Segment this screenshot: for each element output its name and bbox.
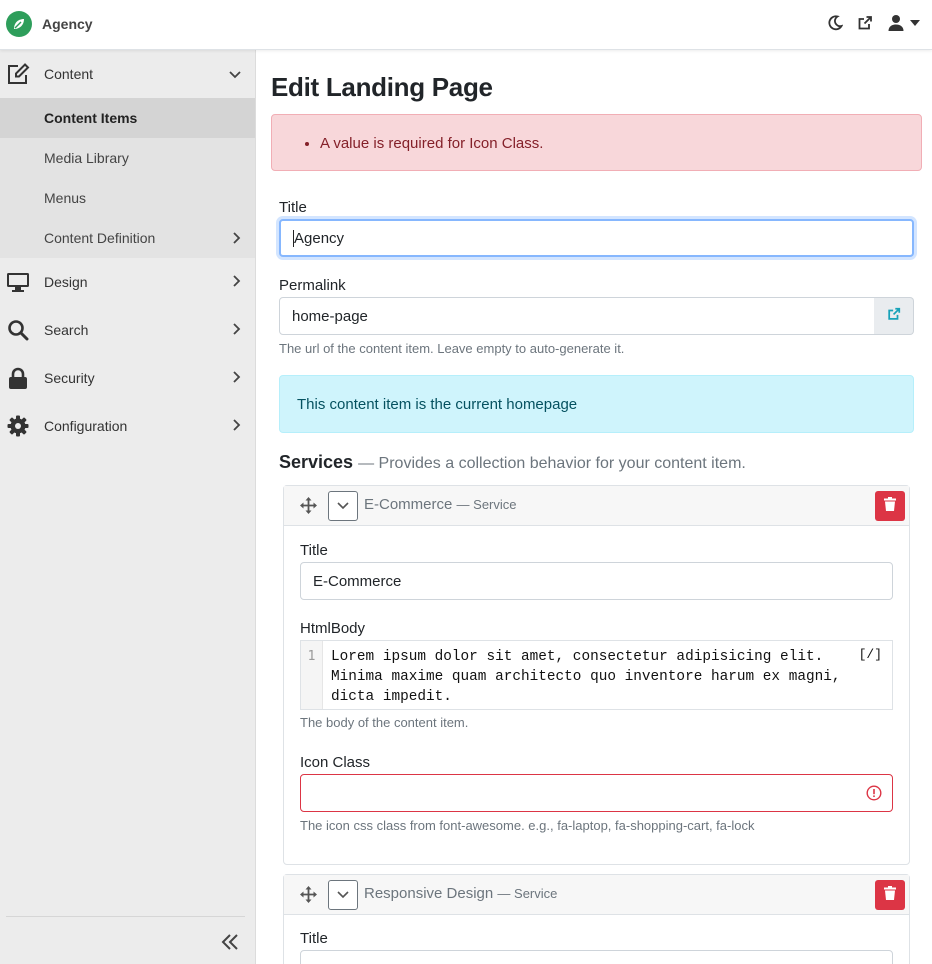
- lock-icon: [6, 367, 30, 389]
- trash-icon: [884, 885, 896, 905]
- chevron-down-icon: [337, 886, 349, 904]
- sidebar-item-label: Security: [44, 370, 95, 386]
- chevron-down-icon: [229, 66, 241, 84]
- collapse-sidebar-icon[interactable]: [221, 933, 239, 956]
- gear-icon: [6, 415, 30, 437]
- service-card-header: Responsive Design — Service: [284, 875, 909, 915]
- line-number-gutter: 1: [301, 641, 323, 709]
- service-title-input[interactable]: [300, 950, 893, 964]
- sidebar-item-label: Design: [44, 274, 88, 290]
- service-card-title: Responsive Design — Service: [364, 885, 557, 902]
- sidebar-item-label: Content Definition: [44, 230, 156, 246]
- trash-icon: [884, 496, 896, 516]
- title-input-value: Agency: [293, 229, 345, 247]
- delete-button[interactable]: [875, 491, 905, 521]
- permalink-input[interactable]: home-page: [279, 297, 875, 335]
- permalink-label: Permalink: [279, 277, 346, 294]
- sidebar-item-menus[interactable]: Menus: [0, 178, 255, 218]
- icon-class-label: Icon Class: [300, 754, 371, 771]
- chevron-down-icon: [337, 497, 349, 515]
- external-link-icon[interactable]: [857, 15, 873, 31]
- external-link-icon: [887, 307, 901, 326]
- service-type: — Service: [497, 886, 558, 901]
- service-title-input[interactable]: E-Commerce: [300, 562, 893, 600]
- monitor-icon: [6, 271, 30, 293]
- htmlbody-hint: The body of the content item.: [300, 715, 469, 730]
- moon-icon[interactable]: [827, 15, 843, 31]
- exclamation-circle-icon: [866, 785, 882, 805]
- services-heading: Services — Provides a collection behavio…: [279, 452, 746, 473]
- search-icon: [6, 319, 30, 341]
- sidebar-item-content[interactable]: Content: [0, 50, 255, 98]
- icon-class-input[interactable]: [300, 774, 893, 812]
- title-input[interactable]: Agency: [279, 219, 914, 257]
- chevron-right-icon: [233, 370, 241, 388]
- sidebar-item-design[interactable]: Design: [0, 258, 255, 306]
- htmlbody-editor[interactable]: 1 Lorem ipsum dolor sit amet, consectetu…: [300, 640, 893, 710]
- source-toggle-button[interactable]: [/]: [859, 647, 882, 662]
- sidebar-item-search[interactable]: Search: [0, 306, 255, 354]
- sidebar-item-content-definition[interactable]: Content Definition: [0, 218, 255, 258]
- sidebar-item-label: Search: [44, 322, 89, 338]
- content-submenu: Content Items Media Library Menus Conten…: [0, 98, 255, 258]
- caret-down-icon: [910, 20, 920, 26]
- move-icon[interactable]: [300, 886, 317, 908]
- brand-name: Agency: [42, 16, 93, 32]
- service-name: E-Commerce: [364, 496, 453, 513]
- htmlbody-code: Lorem ipsum dolor sit amet, consectetur …: [331, 649, 841, 705]
- homepage-notice: This content item is the current homepag…: [279, 375, 914, 433]
- permalink-input-value: home-page: [292, 307, 368, 325]
- sidebar-item-label: Content: [44, 66, 94, 82]
- collapse-toggle-button[interactable]: [328, 491, 358, 521]
- validation-error: A value is required for Icon Class.: [320, 135, 543, 152]
- service-title-value: E-Commerce: [313, 572, 402, 590]
- permalink-hint: The url of the content item. Leave empty…: [279, 341, 625, 356]
- user-menu-button[interactable]: [887, 14, 920, 32]
- sidebar-item-label: Configuration: [44, 418, 128, 434]
- move-icon[interactable]: [300, 497, 317, 519]
- page-title: Edit Landing Page: [271, 72, 493, 102]
- service-card-header: E-Commerce — Service: [284, 486, 909, 526]
- main-content: Edit Landing Page A value is required fo…: [257, 50, 932, 964]
- services-title: Services: [279, 452, 354, 472]
- chevron-right-icon: [233, 418, 241, 436]
- title-label: Title: [279, 199, 307, 216]
- sidebar-footer: [6, 916, 245, 964]
- collapse-toggle-button[interactable]: [328, 880, 358, 910]
- htmlbody-label: HtmlBody: [300, 620, 366, 637]
- sidebar: Content Content Items Media Library Menu…: [0, 50, 256, 964]
- service-title-label: Title: [300, 542, 328, 559]
- delete-button[interactable]: [875, 880, 905, 910]
- chevron-right-icon: [233, 274, 241, 292]
- service-title-label: Title: [300, 930, 328, 947]
- chevron-right-icon: [233, 322, 241, 340]
- edit-icon: [6, 63, 30, 85]
- user-icon: [887, 14, 905, 32]
- service-name: Responsive Design: [364, 885, 494, 902]
- sidebar-item-security[interactable]: Security: [0, 354, 255, 402]
- service-type: — Service: [456, 497, 517, 512]
- services-description: — Provides a collection behavior for you…: [358, 455, 746, 472]
- brand-logo-icon: [6, 11, 32, 37]
- sidebar-item-configuration[interactable]: Configuration: [0, 402, 255, 450]
- preview-link-button[interactable]: [874, 297, 914, 335]
- icon-class-hint: The icon css class from font-awesome. e.…: [300, 818, 755, 833]
- chevron-right-icon: [233, 231, 241, 247]
- top-navbar: Agency: [0, 0, 932, 50]
- sidebar-item-content-items[interactable]: Content Items: [0, 98, 255, 138]
- brand[interactable]: Agency: [6, 11, 93, 37]
- service-card-title: E-Commerce — Service: [364, 496, 517, 513]
- validation-summary: A value is required for Icon Class.: [271, 114, 922, 171]
- sidebar-item-media-library[interactable]: Media Library: [0, 138, 255, 178]
